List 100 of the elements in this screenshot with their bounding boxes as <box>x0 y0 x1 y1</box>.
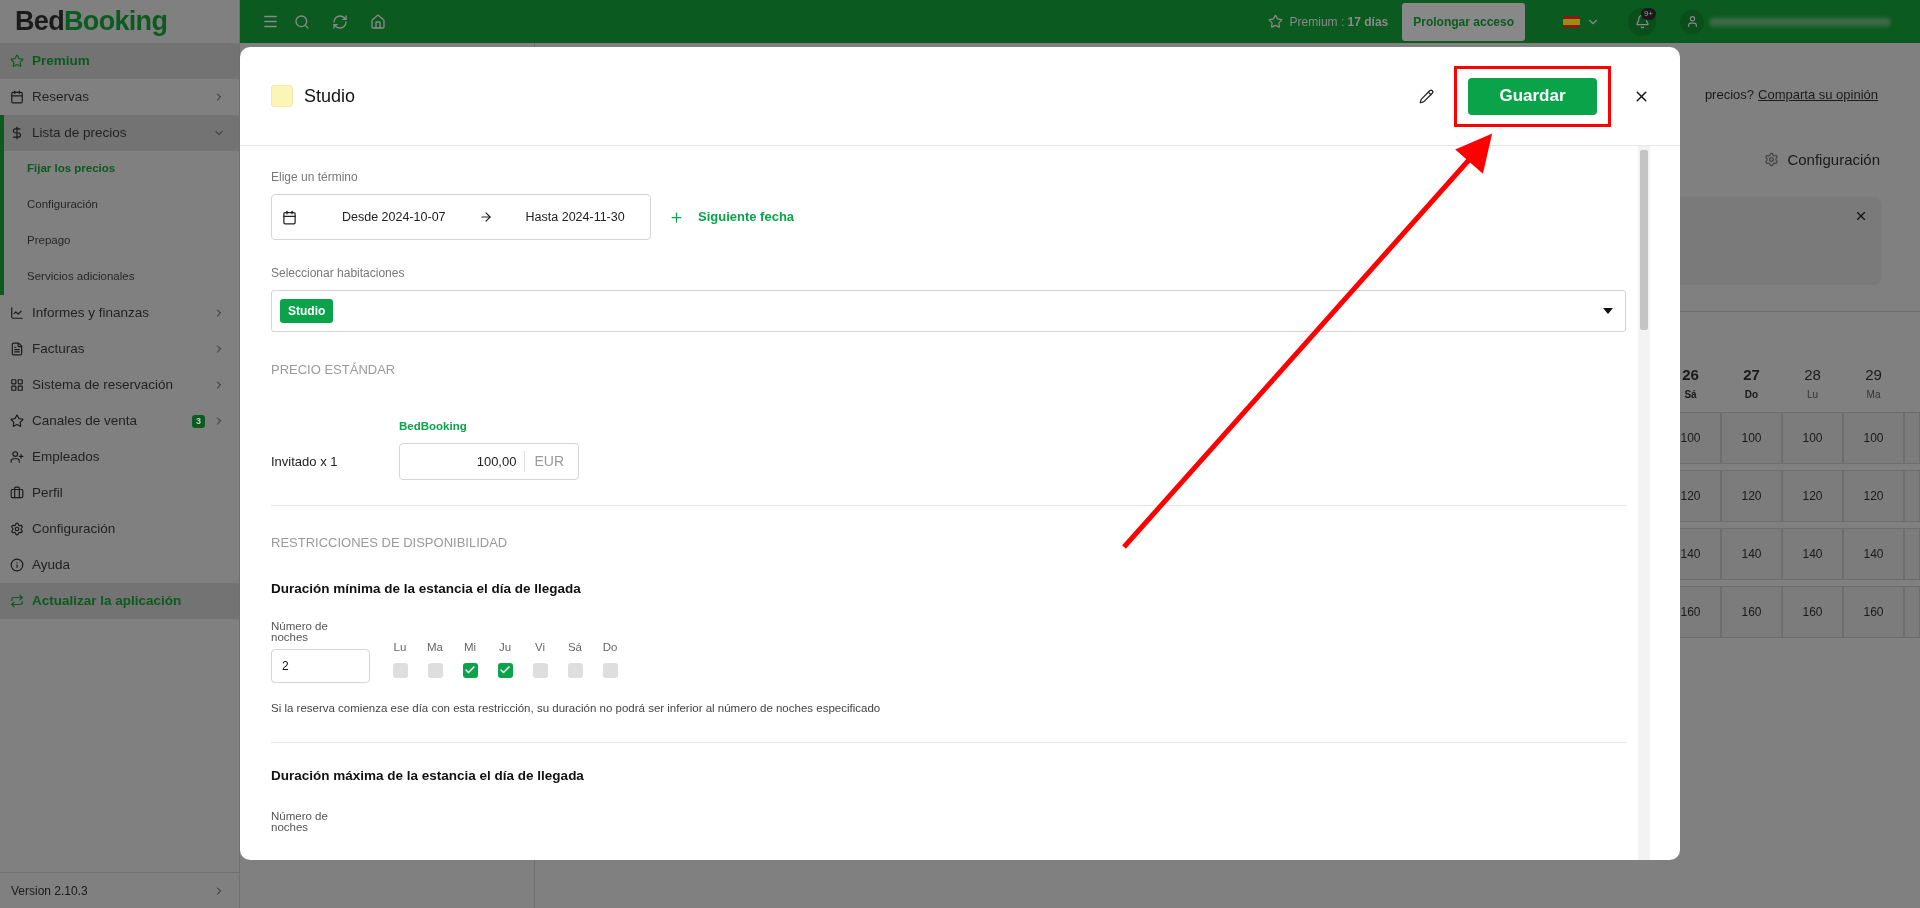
day-checkbox[interactable] <box>497 662 513 678</box>
price-cell[interactable]: 160 <box>1721 585 1782 638</box>
price-field[interactable]: 100,00 EUR <box>399 442 579 480</box>
price-cell[interactable]: 160 <box>1782 585 1843 638</box>
sidebar-item[interactable]: Lista de precios <box>4 115 239 151</box>
document-icon <box>10 342 24 356</box>
date-from: Desde 2024-10-07 <box>342 208 446 226</box>
sidebar-item[interactable]: Facturas <box>0 331 239 367</box>
price-cell[interactable]: 120 <box>1843 469 1904 522</box>
day-number: 26 <box>1682 365 1699 385</box>
day-checkbox[interactable] <box>602 662 618 678</box>
user-avatar[interactable] <box>1680 9 1704 34</box>
weekday-label: Sá <box>1684 387 1697 402</box>
briefcase-icon <box>10 486 24 500</box>
home-icon <box>370 13 386 30</box>
guest-label: Invitado x 1 <box>271 452 339 471</box>
field-label: Número de noches <box>271 811 329 833</box>
submenu-item[interactable]: Prepago <box>4 223 239 259</box>
room-color-swatch <box>271 85 293 107</box>
check-icon <box>499 664 511 676</box>
sidebar-item[interactable]: Perfil <box>0 475 239 511</box>
sidebar-item[interactable]: Sistema de reservación <box>0 367 239 403</box>
date-range-field[interactable]: Desde 2024-10-07 Hasta 2024-11-30 <box>271 194 651 240</box>
price-cell[interactable]: 100 <box>1782 411 1843 464</box>
channel-label: BedBooking <box>399 419 467 432</box>
chart-icon <box>10 306 24 320</box>
edit-icon[interactable] <box>1419 88 1434 104</box>
bell-icon <box>1634 14 1650 29</box>
date-to: Hasta 2024-11-30 <box>525 208 625 226</box>
field-label: Elige un término <box>271 169 359 186</box>
weekday-label: Lu <box>393 640 407 656</box>
settings-icon <box>10 522 24 536</box>
sidebar-item[interactable]: Informes y finanzas <box>0 295 239 331</box>
menu-icon <box>261 13 279 30</box>
calendar-icon <box>282 209 297 225</box>
save-button[interactable]: Guardar <box>1468 77 1597 115</box>
field-label: Número de noches <box>271 620 329 643</box>
day-number: 27 <box>1743 365 1760 385</box>
feedback-link[interactable]: Comparta su opinión <box>1758 85 1878 105</box>
section-title: RESTRICCIONES DE DISPONIBILIDAD <box>271 533 509 552</box>
check-icon <box>464 664 476 676</box>
field-label: Seleccionar habitaciones <box>271 265 406 282</box>
price-cell[interactable]: 140 <box>1843 527 1904 580</box>
sidebar-item[interactable]: Ayuda <box>0 547 239 583</box>
sidebar-item[interactable]: Reservas <box>0 79 239 115</box>
weekday-label: Ju <box>498 640 512 656</box>
day-number: 29 <box>1865 365 1882 385</box>
info-icon <box>10 558 24 572</box>
room-chip[interactable]: Studio <box>280 299 334 323</box>
count-badge: 3 <box>192 414 205 428</box>
premium-status: Premium : 17 días <box>1289 13 1389 31</box>
weekday-label: Sá <box>567 640 583 656</box>
logo-text: BedBooking <box>15 5 168 39</box>
sidebar-item[interactable]: Configuración <box>0 511 239 547</box>
feedback-text: precios? <box>1704 86 1755 104</box>
calendar-icon <box>10 90 24 104</box>
version-item[interactable]: Version 2.10.3 <box>0 872 239 908</box>
nights-input[interactable]: 2 <box>271 648 370 683</box>
restriction-title: Duración máxima de la estancia el día de llegada <box>271 766 585 785</box>
price-cell[interactable]: 100 <box>1843 411 1904 464</box>
weekday-label: Lu <box>1806 387 1819 402</box>
scrollbar[interactable] <box>1638 146 1650 860</box>
weekday-label: Do <box>1744 387 1759 402</box>
rooms-select[interactable]: Studio <box>271 290 1626 332</box>
submenu-item[interactable]: Servicios adicionales <box>4 259 239 295</box>
day-checkbox[interactable] <box>392 662 408 678</box>
weekday-label: Ma <box>1866 387 1881 402</box>
restriction-hint: Si la reserva comienza ese día con esta restricción, su duración no podrá ser inferior al número de noches especificado <box>271 700 882 716</box>
day-checkbox[interactable] <box>427 662 443 678</box>
weekday-label: Do <box>602 640 618 656</box>
day-checkbox[interactable] <box>532 662 548 678</box>
star-icon <box>1267 14 1283 29</box>
notifications-button[interactable]: 9+ <box>1628 7 1656 36</box>
next-date-button[interactable]: Siguiente fecha <box>669 207 795 227</box>
submenu-item[interactable]: Configuración <box>4 187 239 223</box>
price-cell[interactable]: 120 <box>1721 469 1782 522</box>
dollar-icon <box>10 126 24 140</box>
sidebar-item[interactable]: Empleados <box>0 439 239 475</box>
star-icon <box>10 54 24 68</box>
price-cell[interactable]: 140 <box>1721 527 1782 580</box>
price-cell[interactable]: 140 <box>1782 527 1843 580</box>
settings-link[interactable]: Configuración <box>1764 148 1880 171</box>
day-checkbox[interactable] <box>567 662 583 678</box>
section-title: PRECIO ESTÁNDAR <box>271 361 397 379</box>
plus-icon <box>669 209 684 225</box>
price-cell[interactable]: 100 <box>1721 411 1782 464</box>
price-cell[interactable]: 120 <box>1782 469 1843 522</box>
restriction-title: Duración mínima de la estancia el día de llegada <box>271 580 582 599</box>
user-icon <box>1685 15 1699 28</box>
price-cell[interactable]: 160 <box>1843 585 1904 638</box>
submenu-item[interactable]: Fijar los precios <box>4 151 239 187</box>
day-checkbox[interactable] <box>462 662 478 678</box>
extend-access-button[interactable]: Prolongar acceso <box>1402 2 1525 41</box>
sidebar-item[interactable]: Canales de venta 3 <box>0 403 239 439</box>
star-icon <box>10 414 24 428</box>
dropdown-caret-icon <box>1603 308 1613 314</box>
search-icon <box>294 13 310 30</box>
weekday-label: Mi <box>463 640 477 656</box>
day-number: 28 <box>1804 365 1821 385</box>
weekday-label: Vi <box>535 640 545 656</box>
